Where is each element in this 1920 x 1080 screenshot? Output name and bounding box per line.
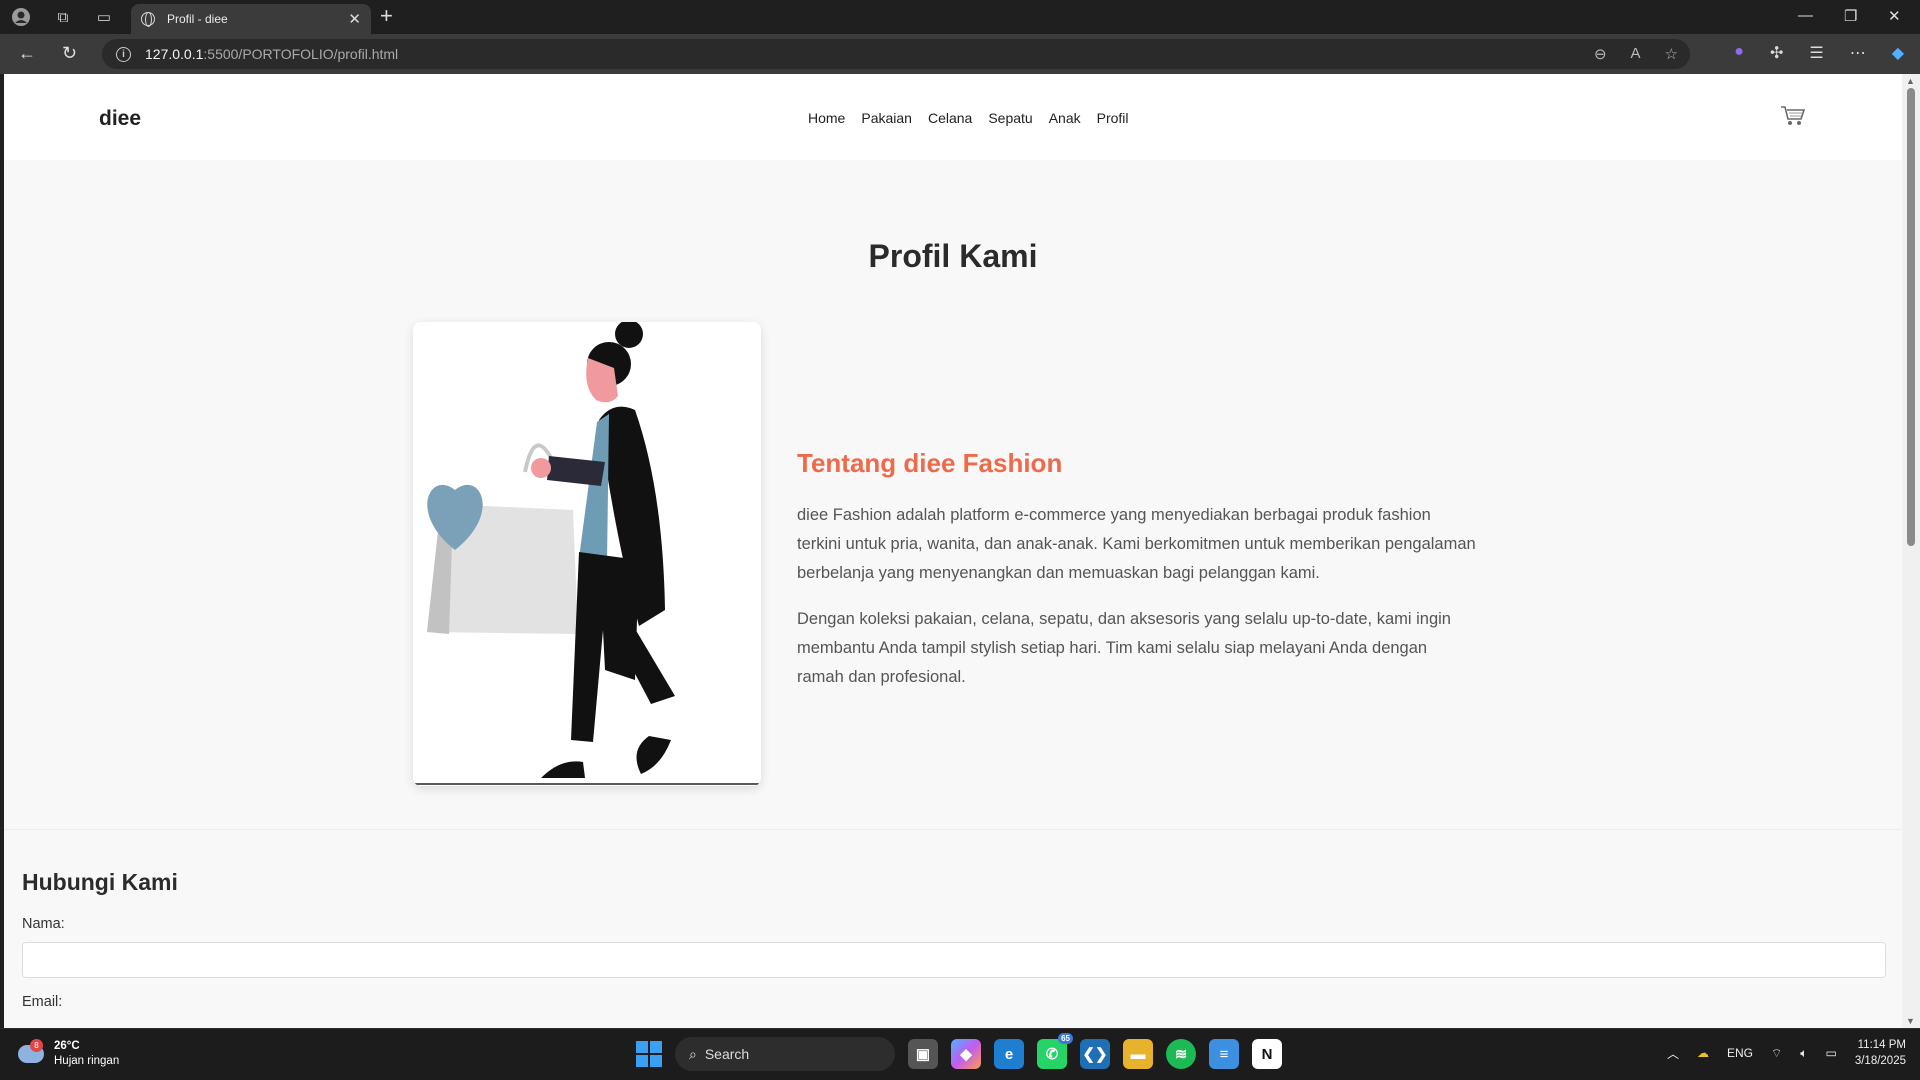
edge-app-icon[interactable]: e [994,1039,1024,1069]
name-input[interactable] [22,942,1886,978]
url-path: :5500/PORTOFOLIO/profil.html [203,46,399,62]
taskbar-search[interactable]: ⌕ Search [675,1037,895,1071]
spotify-app-icon[interactable]: ≋ [1166,1039,1196,1069]
contact-section: Hubungi Kami Nama: Email: [22,869,1886,1020]
email-label: Email: [22,994,63,1010]
extension-icon[interactable]: ● [1734,43,1744,63]
url-host: 127.0.0.1 [145,46,204,62]
copilot-icon[interactable]: ◆ [1892,43,1904,63]
weather-widget[interactable]: 8 26°C Hujan ringan [18,1039,119,1069]
site-header: diee Home Pakaian Celana Sepatu Anak Pro… [4,74,1902,160]
page-viewport: diee Home Pakaian Celana Sepatu Anak Pro… [4,74,1902,1028]
contact-heading: Hubungi Kami [22,869,178,895]
nav-sepatu[interactable]: Sepatu [988,110,1032,126]
main-nav: Home Pakaian Celana Sepatu Anak Profil [808,110,1129,126]
weather-cloud-icon: 8 [18,1039,44,1063]
about-section: Tentang diee Fashion diee Fashion adalah… [797,448,1477,709]
nav-profil[interactable]: Profil [1097,110,1129,126]
language-indicator[interactable]: ENG [1727,1046,1753,1060]
wifi-icon[interactable]: ⌔ [1771,1046,1782,1061]
cart-icon[interactable] [1780,104,1806,128]
favorite-star-icon[interactable]: ☆ [1665,45,1678,63]
clock-time: 11:14 PM [1857,1039,1906,1051]
weather-temp: 26°C [54,1040,80,1052]
nav-anak[interactable]: Anak [1049,110,1081,126]
scroll-up-icon[interactable]: ▲ [1906,76,1915,86]
about-paragraph-1: diee Fashion adalah platform e-commerce … [797,506,1476,582]
volume-icon[interactable]: 🔈︎ [1800,1046,1807,1061]
profile-illustration [413,322,761,786]
scroll-down-icon[interactable]: ▼ [1906,1016,1915,1026]
clock-date: 3/18/2025 [1854,1055,1906,1067]
battery-icon[interactable]: ▭ [1825,1046,1836,1060]
tab-actions-icon[interactable]: ▭ [93,6,115,28]
workspaces-icon[interactable]: ⧉ [52,6,74,28]
search-label: Search [704,1046,750,1062]
page-scrollbar[interactable]: ▲ ▼ [1902,74,1920,1028]
back-icon[interactable]: ← [18,43,36,64]
search-icon: ⌕ [689,1045,697,1062]
read-aloud-icon[interactable]: A [1631,45,1641,63]
new-tab-icon[interactable]: + [380,4,393,28]
browser-tab[interactable]: Profil - diee ✕ [131,4,371,34]
browser-toolbar: ← ↻ i 127.0.0.1 :5500/PORTOFOLIO/profil.… [0,34,1920,74]
notepad-app-icon[interactable]: ≡ [1209,1039,1239,1069]
section-divider [4,829,1902,830]
about-paragraph-2: Dengan koleksi pakaian, celana, sepatu, … [797,610,1451,686]
site-logo[interactable]: diee [99,107,141,131]
file-explorer-icon[interactable]: ▬ [1123,1039,1153,1069]
site-info-icon[interactable]: i [116,46,131,62]
favorites-icon[interactable]: ☰ [1809,43,1823,63]
nav-home[interactable]: Home [808,110,845,126]
browser-tab-bar: ⧉ ▭ Profil - diee ✕ + — ❐ ✕ [0,0,1920,34]
whatsapp-count: 65 [1058,1033,1073,1044]
tab-title: Profil - diee [167,12,228,26]
scrollbar-thumb[interactable] [1907,88,1915,546]
weather-badge: 8 [30,1039,43,1052]
nav-celana[interactable]: Celana [928,110,972,126]
tray-overflow-icon[interactable]: ︿ [1667,1045,1679,1062]
restore-icon[interactable]: ❐ [1844,7,1857,25]
more-menu-icon[interactable]: ⋯ [1850,43,1866,63]
clock[interactable]: 11:14 PM 3/18/2025 [1855,1037,1906,1069]
name-label: Nama: [22,916,65,932]
weather-desc: Hujan ringan [54,1055,120,1067]
page-title: Profil Kami [868,238,1038,274]
globe-icon [141,12,155,27]
copilot-app-icon[interactable]: ◆ [951,1039,981,1069]
close-window-icon[interactable]: ✕ [1888,7,1901,25]
taskbar: 8 26°C Hujan ringan ⌕ Search ▣ ◆ e ✆ 65 ❮… [0,1028,1920,1080]
profile-icon[interactable] [10,6,32,28]
nav-pakaian[interactable]: Pakaian [861,110,912,126]
start-button[interactable] [636,1041,662,1067]
about-heading: Tentang diee Fashion [797,448,1063,478]
onedrive-icon[interactable]: ☁ [1697,1046,1709,1060]
minimize-icon[interactable]: — [1798,7,1813,24]
extensions-puzzle-icon[interactable]: ✣ [1770,43,1783,63]
vscode-app-icon[interactable]: ❮❯ [1080,1039,1110,1069]
zoom-icon[interactable]: ⊖ [1594,45,1607,63]
address-bar[interactable]: i 127.0.0.1 :5500/PORTOFOLIO/profil.html… [102,39,1690,69]
notion-app-icon[interactable]: N [1252,1039,1282,1069]
whatsapp-app-icon[interactable]: ✆ 65 [1037,1033,1073,1069]
reload-icon[interactable]: ↻ [62,43,77,64]
task-view-icon[interactable]: ▣ [908,1039,938,1069]
close-tab-icon[interactable]: ✕ [348,10,361,28]
